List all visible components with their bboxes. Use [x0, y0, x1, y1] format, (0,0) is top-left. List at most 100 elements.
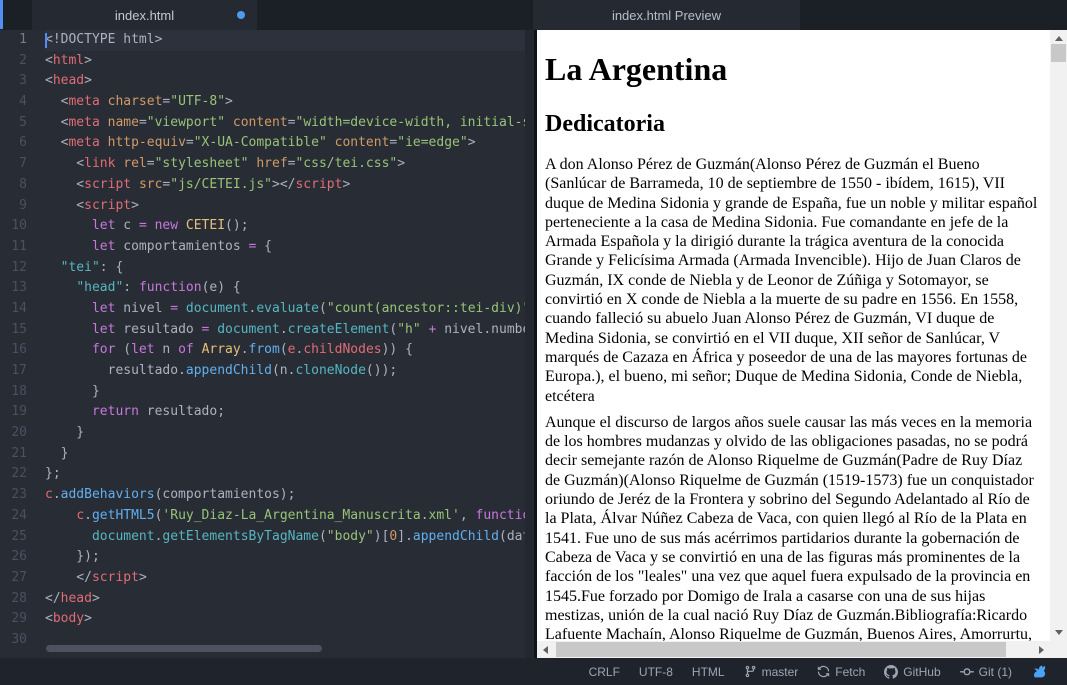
code-line[interactable]: 1<!DOCTYPE html>	[0, 30, 525, 51]
code-line[interactable]: 23c.addBehaviors(comportamientos);	[0, 485, 525, 506]
code-line-text: <meta charset="UTF-8">	[45, 92, 525, 113]
code-editor[interactable]: 1<!DOCTYPE html>2<html>3<head>4 <meta ch…	[0, 30, 525, 658]
code-line-text: };	[45, 464, 525, 485]
code-line-text: c.getHTML5('Ruy_Diaz-La_Argentina_Manusc…	[45, 506, 525, 527]
preview-heading: Dedicatoria	[545, 110, 1042, 138]
code-line[interactable]: 20 }	[0, 423, 525, 444]
code-line[interactable]: 25 document.getElementsByTagName("body")…	[0, 527, 525, 548]
code-line[interactable]: 24 c.getHTML5('Ruy_Diaz-La_Argentina_Man…	[0, 506, 525, 527]
line-number: 15	[0, 320, 45, 341]
code-line-text: }	[45, 382, 525, 403]
code-line[interactable]: 22};	[0, 464, 525, 485]
horizontal-scrollbar-thumb[interactable]	[556, 642, 1006, 657]
sync-icon	[817, 665, 830, 678]
line-number: 10	[0, 216, 45, 237]
line-number: 21	[0, 444, 45, 465]
scroll-down-button[interactable]	[1050, 624, 1067, 641]
line-number: 30	[0, 630, 45, 651]
code-line[interactable]: 8 <script src="js/CETEI.js"></script>	[0, 175, 525, 196]
line-number: 22	[0, 464, 45, 485]
code-line[interactable]: 29<body>	[0, 609, 525, 630]
status-encoding[interactable]: UTF-8	[639, 665, 673, 679]
squirrel-button[interactable]	[1031, 664, 1047, 679]
code-line[interactable]: 12 "tei": {	[0, 258, 525, 279]
code-line[interactable]: 6 <meta http-equiv="X-UA-Compatible" con…	[0, 133, 525, 154]
code-line-text: let c = new CETEI();	[45, 216, 525, 237]
status-line-ending[interactable]: CRLF	[589, 665, 620, 679]
code-line[interactable]: 3<head>	[0, 71, 525, 92]
preview-vertical-scrollbar[interactable]	[1050, 30, 1067, 641]
line-number: 29	[0, 609, 45, 630]
code-line[interactable]: 13 "head": function(e) {	[0, 278, 525, 299]
tab-bar: index.html index.html Preview	[0, 0, 1067, 30]
tab-index-html-preview[interactable]: index.html Preview	[533, 0, 800, 30]
code-line[interactable]: 10 let c = new CETEI();	[0, 216, 525, 237]
line-number: 12	[0, 258, 45, 279]
scroll-left-button[interactable]	[537, 641, 554, 658]
preview-paragraph: A don Alonso Pérez de Guzmán(Alonso Pére…	[545, 155, 1040, 406]
line-number: 24	[0, 506, 45, 527]
preview-pane: La Argentina Dedicatoria A don Alonso Pé…	[537, 30, 1067, 658]
code-line[interactable]: 19 return resultado;	[0, 402, 525, 423]
line-number: 25	[0, 527, 45, 548]
code-line[interactable]: 11 let comportamientos = {	[0, 237, 525, 258]
editor-horizontal-scrollbar-thumb[interactable]	[46, 645, 322, 652]
git-commit-icon	[960, 665, 974, 679]
preview-paragraph: Aunque el discurso de largos años suele …	[545, 413, 1040, 641]
status-grammar[interactable]: HTML	[692, 665, 725, 679]
line-number: 4	[0, 92, 45, 113]
tab-index-html[interactable]: index.html	[32, 0, 257, 30]
code-line[interactable]: 27 </script>	[0, 568, 525, 589]
line-number: 1	[0, 30, 45, 51]
code-line-text: return resultado;	[45, 402, 525, 423]
code-line[interactable]: 18 }	[0, 382, 525, 403]
squirrel-icon	[1031, 664, 1047, 679]
code-line[interactable]: 4 <meta charset="UTF-8">	[0, 92, 525, 113]
status-git-changes[interactable]: Git (1)	[960, 665, 1012, 679]
line-number: 16	[0, 340, 45, 361]
status-git-branch[interactable]: master	[744, 665, 799, 679]
code-line-text: <html>	[45, 51, 525, 72]
code-line-text: let resultado = document.createElement("…	[45, 320, 525, 341]
scroll-right-button[interactable]	[1033, 641, 1050, 658]
atom-editor-window: index.html index.html Preview 1<!DOCTYPE…	[0, 0, 1067, 685]
code-lines: 1<!DOCTYPE html>2<html>3<head>4 <meta ch…	[0, 30, 525, 651]
line-number: 26	[0, 547, 45, 568]
line-number: 28	[0, 589, 45, 610]
code-line[interactable]: 21 }	[0, 444, 525, 465]
line-number: 3	[0, 71, 45, 92]
code-line-text: let comportamientos = {	[45, 237, 525, 258]
code-line-text: let nivel = document.evaluate("count(anc…	[45, 299, 525, 320]
code-line-text: <meta http-equiv="X-UA-Compatible" conte…	[45, 133, 525, 154]
code-line[interactable]: 7 <link rel="stylesheet" href="css/tei.c…	[0, 154, 525, 175]
code-line[interactable]: 15 let resultado = document.createElemen…	[0, 320, 525, 341]
code-line-text: <script src="js/CETEI.js"></script>	[45, 175, 525, 196]
code-line[interactable]: 28</head>	[0, 589, 525, 610]
preview-horizontal-scrollbar[interactable]	[537, 641, 1050, 658]
vertical-scrollbar-thumb[interactable]	[1051, 44, 1066, 62]
up-arrow-icon	[1055, 36, 1063, 41]
status-github[interactable]: GitHub	[884, 665, 940, 679]
code-line-text: </script>	[45, 568, 525, 589]
code-line[interactable]: 2<html>	[0, 51, 525, 72]
preview-document: La Argentina Dedicatoria A don Alonso Pé…	[537, 30, 1050, 641]
down-arrow-icon	[1055, 630, 1063, 635]
code-line[interactable]: 26 });	[0, 547, 525, 568]
modified-dot-icon[interactable]	[237, 11, 245, 19]
line-number: 23	[0, 485, 45, 506]
code-line[interactable]: 14 let nivel = document.evaluate("count(…	[0, 299, 525, 320]
line-number: 19	[0, 402, 45, 423]
editor-vertical-scrollbar-track[interactable]	[525, 30, 534, 658]
line-number: 6	[0, 133, 45, 154]
status-fetch[interactable]: Fetch	[817, 665, 865, 679]
code-line-text: <link rel="stylesheet" href="css/tei.css…	[45, 154, 525, 175]
code-line[interactable]: 16 for (let n of Array.from(e.childNodes…	[0, 340, 525, 361]
tab-label: index.html Preview	[612, 8, 721, 23]
code-line[interactable]: 9 <script>	[0, 196, 525, 217]
github-icon	[884, 665, 898, 679]
status-bar: CRLF UTF-8 HTML master Fetch GitHub Git …	[0, 658, 1067, 685]
line-number: 11	[0, 237, 45, 258]
line-number: 14	[0, 299, 45, 320]
code-line[interactable]: 5 <meta name="viewport" content="width=d…	[0, 113, 525, 134]
code-line[interactable]: 17 resultado.appendChild(n.cloneNode());	[0, 361, 525, 382]
